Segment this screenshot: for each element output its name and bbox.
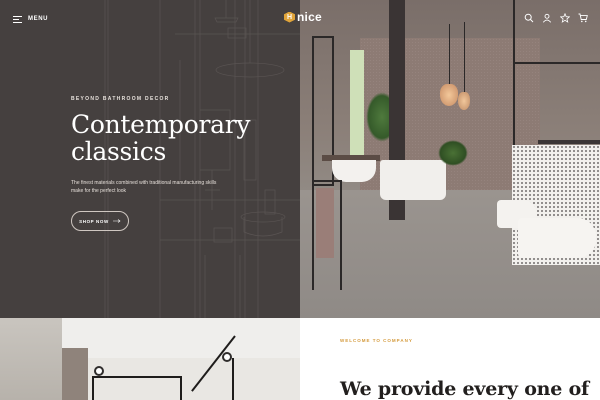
about-eyebrow: WELCOME TO COMPANY xyxy=(340,338,413,343)
hamburger-icon xyxy=(13,15,22,23)
shop-now-label: SHOP NOW xyxy=(79,218,109,224)
shower-frame xyxy=(232,358,234,400)
menu-label: MENU xyxy=(28,16,49,22)
ceiling-light xyxy=(224,354,230,360)
about-bathroom-photo xyxy=(0,318,300,400)
logo-mark-letter: H xyxy=(286,13,293,21)
shower-frame xyxy=(180,376,182,400)
star-icon[interactable] xyxy=(560,13,570,23)
about-heading: We provide every one of xyxy=(340,378,590,400)
stone-wall xyxy=(0,318,62,400)
about-copy: WELCOME TO COMPANY We provide every one … xyxy=(340,318,600,400)
hero-section: BEYOND BATHROOM DECOR Contemporary class… xyxy=(0,0,600,318)
hero-title-line1: Contemporary xyxy=(71,110,251,139)
towel xyxy=(316,188,334,258)
site-header: MENU H nice xyxy=(0,0,600,36)
shop-now-button[interactable]: SHOP NOW xyxy=(71,211,129,231)
header-actions xyxy=(524,13,588,23)
site-logo[interactable]: H nice xyxy=(284,11,322,23)
hero-title-line2: classics xyxy=(71,137,166,166)
plant-small xyxy=(438,140,468,166)
user-icon[interactable] xyxy=(542,13,552,23)
search-icon[interactable] xyxy=(524,13,534,23)
ceiling-light xyxy=(96,368,102,374)
logo-text: nice xyxy=(297,10,322,24)
hero-subtitle: The finest materials combined with tradi… xyxy=(71,180,217,194)
hero-left-panel: BEYOND BATHROOM DECOR Contemporary class… xyxy=(0,0,300,318)
pendant-lamp xyxy=(440,84,458,106)
hero-title: Contemporary classics xyxy=(71,111,291,165)
bidet xyxy=(518,218,596,258)
logo-mark: H xyxy=(284,11,295,23)
pendant-lamp xyxy=(458,92,470,110)
mirror xyxy=(312,36,334,186)
hero-copy: BEYOND BATHROOM DECOR Contemporary class… xyxy=(71,96,291,195)
bathtub xyxy=(380,160,446,200)
about-section: WELCOME TO COMPANY We provide every one … xyxy=(0,318,600,400)
dark-wall xyxy=(62,348,88,400)
hero-eyebrow: BEYOND BATHROOM DECOR xyxy=(71,96,170,102)
shower-frame xyxy=(92,376,94,400)
cart-icon[interactable] xyxy=(578,13,588,23)
sink xyxy=(332,160,376,182)
shelf xyxy=(538,140,600,144)
menu-button[interactable]: MENU xyxy=(13,13,48,25)
arrow-right-icon xyxy=(112,219,121,223)
window xyxy=(350,50,364,160)
hero-bathroom-photo xyxy=(300,0,600,318)
glass-partition-bar xyxy=(513,62,600,64)
shower-frame xyxy=(92,376,182,378)
